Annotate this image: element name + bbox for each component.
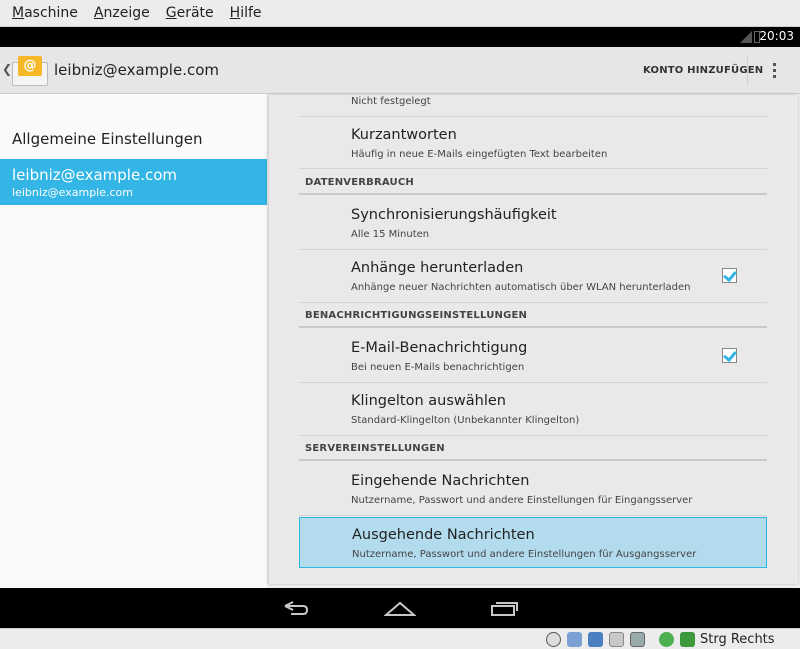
pref-summary: Nutzername, Passwort und andere Einstell… xyxy=(352,549,697,560)
optical-drive-icon[interactable] xyxy=(546,632,561,647)
settings-content: Allgemeine Einstellungen leibniz@example… xyxy=(0,94,800,588)
pref-email-notification[interactable]: E-Mail-Benachrichtigung Bei neuen E-Mail… xyxy=(299,330,767,383)
keyboard-capture-icon[interactable] xyxy=(680,632,695,647)
header-general-settings[interactable]: Allgemeine Einstellungen xyxy=(12,130,203,148)
actionbar-divider xyxy=(747,57,748,85)
nav-recent-apps-icon[interactable] xyxy=(489,599,519,617)
category-label: BENACHRICHTIGUNGSEINSTELLUNGEN xyxy=(305,310,528,321)
nav-home-icon[interactable] xyxy=(384,599,416,617)
pref-title: Ausgehende Nachrichten xyxy=(352,527,535,543)
status-bar: 20:03 xyxy=(0,27,800,47)
up-caret-icon[interactable]: ❮ xyxy=(2,62,12,76)
usb-icon[interactable] xyxy=(567,632,582,647)
action-bar: ❮ @ leibniz@example.com KONTO HINZUFÜGEN xyxy=(0,47,800,94)
nav-back-icon[interactable] xyxy=(283,598,309,618)
pref-summary: Alle 15 Minuten xyxy=(351,229,430,240)
pref-outgoing-server[interactable]: Ausgehende Nachrichten Nutzername, Passw… xyxy=(299,517,767,568)
email-app-icon[interactable]: @ xyxy=(12,56,48,86)
video-capture-icon[interactable] xyxy=(630,632,645,647)
attachments-checkbox[interactable] xyxy=(722,268,737,283)
pref-download-attachments[interactable]: Anhänge herunterladen Anhänge neuer Nach… xyxy=(299,250,767,303)
header-account-title: leibniz@example.com xyxy=(12,166,177,184)
menu-anzeige[interactable]: Anzeige xyxy=(94,5,150,21)
header-account-selected[interactable]: leibniz@example.com leibniz@example.com xyxy=(0,159,267,205)
notification-checkbox[interactable] xyxy=(722,348,737,363)
category-notifications: BENACHRICHTIGUNGSEINSTELLUNGEN xyxy=(299,304,767,328)
menu-maschine[interactable]: Maschine xyxy=(12,5,78,21)
preferences-pane[interactable]: Nicht festgelegt Kurzantworten Häufig in… xyxy=(268,95,798,584)
account-title: leibniz@example.com xyxy=(54,61,219,79)
header-account-subtitle: leibniz@example.com xyxy=(12,186,133,199)
shared-folders-icon[interactable] xyxy=(588,632,603,647)
category-label: DATENVERBRAUCH xyxy=(305,177,414,188)
display-icon[interactable] xyxy=(609,632,624,647)
pref-incoming-server[interactable]: Eingehende Nachrichten Nutzername, Passw… xyxy=(299,463,767,516)
pref-summary: Nutzername, Passwort und andere Einstell… xyxy=(351,495,693,506)
host-menubar: Maschine Anzeige Geräte Hilfe xyxy=(0,0,800,27)
headers-pane: Allgemeine Einstellungen leibniz@example… xyxy=(0,94,267,588)
pref-title: E-Mail-Benachrichtigung xyxy=(351,340,528,356)
host-key-label: Strg Rechts xyxy=(700,632,775,647)
menu-hilfe[interactable]: Hilfe xyxy=(230,5,262,21)
pref-title: Eingehende Nachrichten xyxy=(351,473,530,489)
pref-summary: Bei neuen E-Mails benachrichtigen xyxy=(351,362,525,373)
category-data-usage: DATENVERBRAUCH xyxy=(299,171,767,195)
pref-ringtone[interactable]: Klingelton auswählen Standard-Klingelton… xyxy=(299,383,767,436)
signal-icon xyxy=(740,31,752,43)
pref-quick-replies[interactable]: Kurzantworten Häufig in neue E-Mails ein… xyxy=(299,117,767,169)
pref-summary: Standard-Klingelton (Unbekannter Klingel… xyxy=(351,415,580,426)
at-sign-card: @ xyxy=(18,56,42,76)
host-status-bar: Strg Rechts xyxy=(0,628,800,649)
category-label: SERVEREINSTELLUNGEN xyxy=(305,443,445,454)
pref-partial[interactable]: Nicht festgelegt xyxy=(299,95,767,117)
pref-title: Anhänge herunterladen xyxy=(351,260,524,276)
category-server: SERVEREINSTELLUNGEN xyxy=(299,437,767,461)
mouse-integration-icon[interactable] xyxy=(659,632,674,647)
pref-title: Synchronisierungshäufigkeit xyxy=(351,207,557,223)
pref-partial-summary: Nicht festgelegt xyxy=(351,96,431,107)
add-account-button[interactable]: KONTO HINZUFÜGEN xyxy=(643,65,763,76)
menu-geraete[interactable]: Geräte xyxy=(166,5,214,21)
pref-title: Klingelton auswählen xyxy=(351,393,506,409)
navigation-bar xyxy=(0,588,800,628)
pref-summary: Häufig in neue E-Mails eingefügten Text … xyxy=(351,149,608,160)
pref-title: Kurzantworten xyxy=(351,127,457,143)
pref-sync-frequency[interactable]: Synchronisierungshäufigkeit Alle 15 Minu… xyxy=(299,197,767,250)
overflow-menu-icon[interactable] xyxy=(770,61,778,81)
clock: 20:03 xyxy=(759,29,794,43)
pref-summary: Anhänge neuer Nachrichten automatisch üb… xyxy=(351,282,691,293)
